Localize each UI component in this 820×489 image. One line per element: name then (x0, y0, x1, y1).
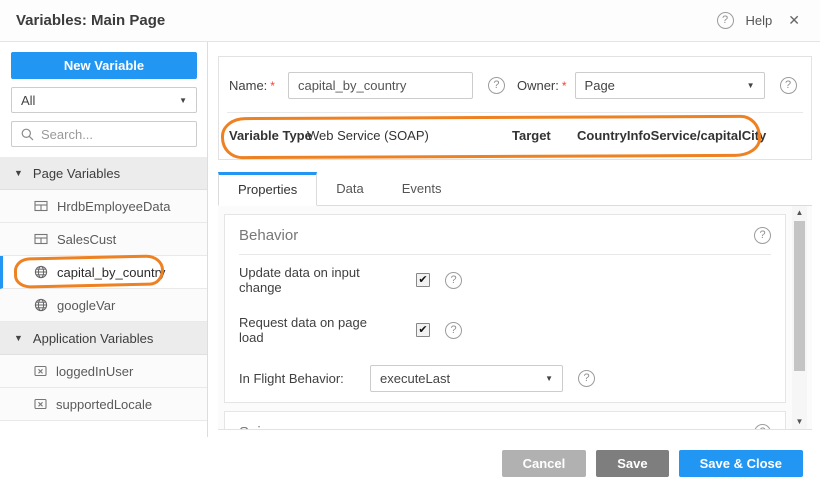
property-row-request-data: Request data on page load ✔ ? (225, 305, 785, 355)
new-variable-button[interactable]: New Variable (11, 52, 197, 79)
variables-sidebar: New Variable All ▼ Search... ▼ Page Vari… (0, 42, 208, 437)
dialog-header: Variables: Main Page ? Help ✕ (0, 0, 820, 42)
detail-tabs: Properties Data Events (218, 172, 812, 206)
variable-detail-pane: Name:* ? Owner:* Page ▼ ? Variable Type (208, 42, 820, 437)
model-variable-icon (34, 365, 47, 377)
variable-search[interactable]: Search... (11, 121, 197, 147)
page-title: Variables: Main Page (16, 12, 165, 29)
property-row-in-flight-behavior: In Flight Behavior: executeLast ▼ ? (225, 355, 785, 402)
required-asterisk: * (562, 79, 567, 93)
search-icon (21, 128, 34, 141)
variable-type-label: Variable Type (229, 128, 312, 143)
help-icon[interactable]: ? (445, 322, 462, 339)
spinner-section-title: Spinner (239, 424, 291, 430)
variable-type-row: Variable Type Web Service (SOAP) Target … (219, 113, 811, 159)
live-variable-icon (34, 200, 48, 212)
tab-properties[interactable]: Properties (218, 172, 317, 206)
help-icon[interactable]: ? (754, 227, 771, 244)
sidebar-item-salescust[interactable]: SalesCust (0, 223, 207, 256)
chevron-down-icon: ▼ (179, 96, 187, 105)
scroll-down-icon[interactable]: ▼ (792, 415, 807, 429)
scroll-up-icon[interactable]: ▲ (792, 206, 807, 220)
live-variable-icon (34, 233, 48, 245)
in-flight-selected-value: executeLast (380, 371, 450, 386)
chevron-down-icon: ▼ (545, 374, 553, 383)
variables-list: ▼ Page Variables HrdbEmployeeData (0, 157, 207, 421)
owner-selected-value: Page (585, 78, 615, 93)
sidebar-item-capital-by-country[interactable]: capital_by_country (0, 256, 207, 289)
save-and-close-button[interactable]: Save & Close (679, 450, 803, 477)
owner-select[interactable]: Page ▼ (575, 72, 765, 99)
help-icon[interactable]: ? (780, 77, 797, 94)
help-icon[interactable]: ? (488, 77, 505, 94)
required-asterisk: * (270, 79, 275, 93)
dialog-footer: Cancel Save Save & Close (0, 437, 820, 489)
target-label: Target (512, 128, 551, 143)
sidebar-item-hrdbemployeedata[interactable]: HrdbEmployeeData (0, 190, 207, 223)
property-row-update-data: Update data on input change ✔ ? (225, 255, 785, 305)
request-data-checkbox[interactable]: ✔ (416, 323, 430, 337)
model-variable-icon (34, 398, 47, 410)
variable-summary-card: Name:* ? Owner:* Page ▼ ? Variable Type (218, 56, 812, 160)
sidebar-item-supportedlocale[interactable]: supportedLocale (0, 388, 207, 421)
help-link[interactable]: Help (746, 13, 773, 28)
properties-tab-panel: Behavior ? Update data on input change ✔… (218, 206, 812, 430)
target-value: CountryInfoService/capitalCity (577, 128, 766, 143)
vertical-scrollbar[interactable]: ▲ ▼ (792, 206, 807, 429)
save-button[interactable]: Save (596, 450, 668, 477)
section-page-variables[interactable]: ▼ Page Variables (0, 157, 207, 190)
sidebar-item-googlevar[interactable]: googleVar (0, 289, 207, 322)
filter-selected-value: All (21, 93, 35, 108)
help-icon[interactable]: ? (754, 424, 771, 430)
search-placeholder: Search... (41, 127, 93, 142)
spinner-section: Spinner ? (224, 411, 786, 430)
collapse-caret-icon: ▼ (14, 168, 23, 178)
variables-dialog: Variables: Main Page ? Help ✕ New Variab… (0, 0, 820, 489)
close-icon[interactable]: ✕ (784, 10, 804, 31)
section-application-variables[interactable]: ▼ Application Variables (0, 322, 207, 355)
name-label: Name:* (229, 78, 275, 93)
variable-filter-select[interactable]: All ▼ (11, 87, 197, 113)
help-icon[interactable]: ? (578, 370, 595, 387)
behavior-section: Behavior ? Update data on input change ✔… (224, 214, 786, 403)
scrollbar-thumb[interactable] (794, 221, 805, 371)
sidebar-item-loggedinuser[interactable]: loggedInUser (0, 355, 207, 388)
behavior-section-title: Behavior (239, 227, 298, 244)
name-input[interactable] (288, 72, 473, 99)
tab-events[interactable]: Events (383, 172, 461, 205)
update-data-checkbox[interactable]: ✔ (416, 273, 430, 287)
help-icon[interactable]: ? (717, 12, 734, 29)
cancel-button[interactable]: Cancel (502, 450, 587, 477)
chevron-down-icon: ▼ (747, 81, 755, 90)
collapse-caret-icon: ▼ (14, 333, 23, 343)
web-service-variable-icon (34, 298, 48, 312)
web-service-variable-icon (34, 265, 48, 279)
tab-data[interactable]: Data (317, 172, 382, 205)
help-icon[interactable]: ? (445, 272, 462, 289)
variable-type-value: Web Service (SOAP) (307, 128, 429, 143)
owner-label: Owner:* (517, 78, 567, 93)
in-flight-behavior-select[interactable]: executeLast ▼ (370, 365, 563, 392)
